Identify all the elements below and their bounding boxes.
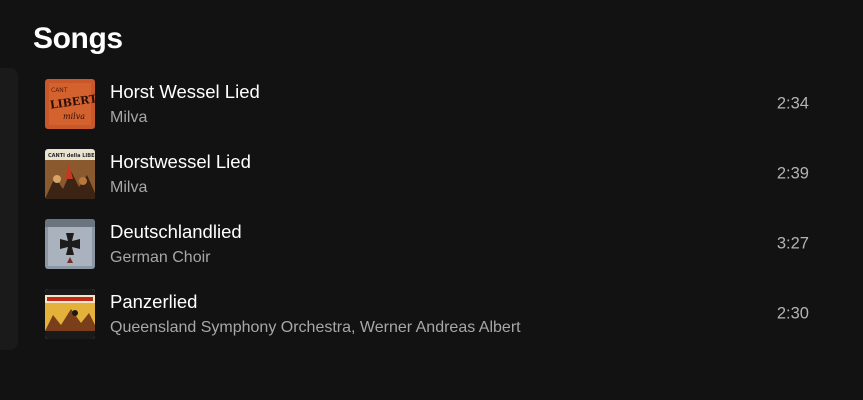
song-list: CANT LIBERTA milva Horst Wessel Lied Mil… xyxy=(32,69,832,349)
song-title[interactable]: Deutschlandlied xyxy=(110,221,242,243)
svg-text:CANTI della LIBERTÀ: CANTI della LIBERTÀ xyxy=(48,152,95,159)
song-title[interactable]: Horst Wessel Lied xyxy=(110,81,260,103)
canti-della-liberta-album-cover[interactable]: CANTI della LIBERTÀ xyxy=(45,149,95,199)
liberta-album-cover[interactable]: CANT LIBERTA milva xyxy=(45,79,95,129)
song-artist[interactable]: Milva xyxy=(110,178,251,198)
song-title[interactable]: Panzerlied xyxy=(110,291,521,313)
song-artist[interactable]: Queensland Symphony Orchestra, Werner An… xyxy=(110,318,521,338)
song-row[interactable]: CANTI della LIBERTÀ Horstwessel Lied Mil… xyxy=(32,139,832,209)
song-row[interactable]: CANT LIBERTA milva Horst Wessel Lied Mil… xyxy=(32,69,832,139)
song-artist[interactable]: Milva xyxy=(110,108,260,128)
iron-cross-album-cover[interactable] xyxy=(45,219,95,269)
svg-text:milva: milva xyxy=(63,112,85,121)
song-duration: 2:39 xyxy=(776,164,809,183)
song-duration: 2:34 xyxy=(776,94,809,113)
svg-text:CANT: CANT xyxy=(51,87,68,94)
song-artist[interactable]: German Choir xyxy=(110,248,242,268)
song-title[interactable]: Horstwessel Lied xyxy=(110,151,251,173)
song-row[interactable]: Panzerlied Queensland Symphony Orchestra… xyxy=(32,279,832,349)
section-title[interactable]: Songs xyxy=(33,22,123,56)
song-duration: 3:27 xyxy=(776,234,809,253)
side-panel xyxy=(0,68,18,350)
war-movie-album-cover[interactable] xyxy=(45,289,95,339)
song-row[interactable]: Deutschlandlied German Choir 3:27 xyxy=(32,209,832,279)
song-duration: 2:30 xyxy=(776,304,809,323)
